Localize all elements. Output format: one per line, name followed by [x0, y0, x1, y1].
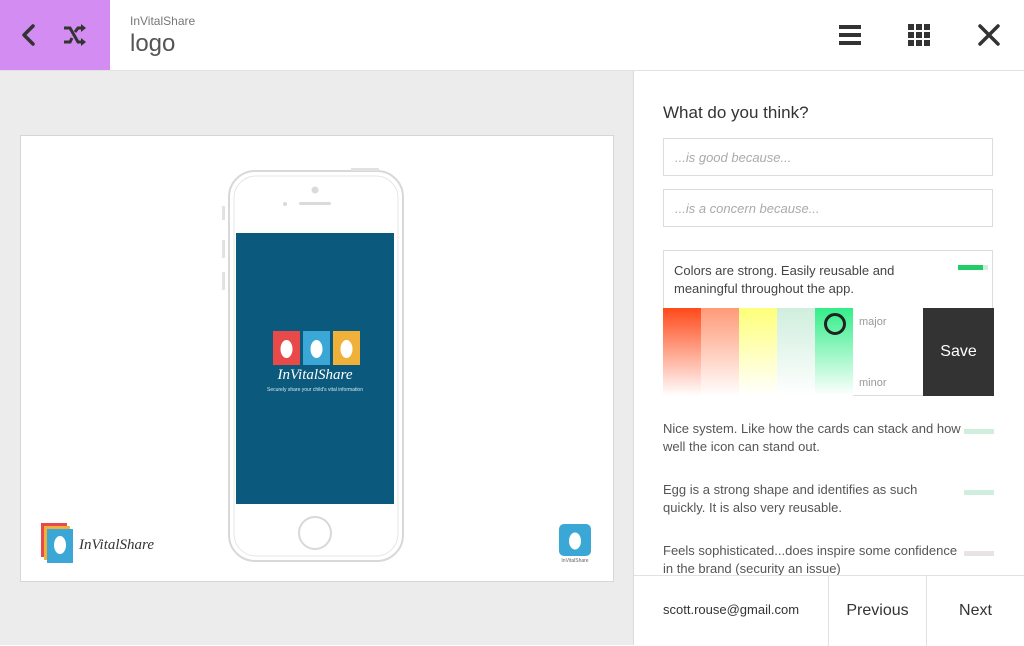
canvas-area: InVitalShare Securely share your child's… — [0, 71, 634, 645]
active-rating-bar — [958, 265, 988, 270]
user-email: scott.rouse@gmail.com — [663, 602, 800, 617]
next-button[interactable]: Next — [926, 576, 1024, 646]
back-arrow-icon — [22, 24, 35, 46]
app-icon — [559, 524, 591, 556]
page-title: logo — [130, 30, 176, 57]
comment-item-3: Feels sophisticated...does inspire some … — [663, 543, 958, 576]
severity-swatch-5[interactable] — [815, 308, 853, 396]
slide-brand-name: InVitalShare — [79, 537, 154, 553]
comment-rating-bar-2 — [964, 490, 994, 495]
close-icon — [978, 24, 1000, 46]
phone-brand-name: InVitalShare — [277, 367, 353, 383]
grid-button[interactable] — [904, 20, 934, 50]
shuffle-icon — [64, 24, 86, 46]
comment-rating-bar-3 — [964, 551, 994, 556]
concern-because-input[interactable] — [663, 189, 993, 227]
shuffle-button[interactable] — [58, 18, 92, 52]
nav-box — [0, 0, 110, 70]
phone-tagline: Securely share your child's vital inform… — [267, 387, 363, 393]
app-name: InVitalShare — [130, 14, 196, 28]
active-comment-text: Colors are strong. Easily reusable and m… — [674, 263, 895, 296]
top-bar: InVitalShare logo — [0, 0, 1024, 71]
close-button[interactable] — [974, 20, 1004, 50]
phone-app-logo — [273, 331, 360, 365]
active-rating-fill — [958, 265, 983, 270]
feedback-panel: What do you think? Colors are strong. Ea… — [634, 71, 1024, 645]
slide-preview: InVitalShare Securely share your child's… — [20, 135, 614, 582]
menu-button[interactable] — [835, 20, 865, 50]
back-button[interactable] — [12, 18, 46, 52]
severity-swatch-1[interactable] — [663, 308, 701, 396]
grid-icon — [908, 24, 930, 46]
major-label: major — [859, 316, 887, 328]
severity-swatch-3[interactable] — [739, 308, 777, 396]
comment-item-2: Egg is a strong shape and identifies as … — [663, 482, 918, 515]
save-button[interactable]: Save — [923, 308, 994, 396]
panel-title: What do you think? — [663, 103, 809, 122]
active-comment-card: Colors are strong. Easily reusable and m… — [663, 250, 994, 396]
severity-scale: major minor Save — [663, 308, 994, 396]
comment-item-1: Nice system. Like how the cards can stac… — [663, 421, 961, 454]
previous-button[interactable]: Previous — [828, 576, 926, 646]
brand-logo-mark — [41, 523, 73, 563]
severity-swatch-4[interactable] — [777, 308, 815, 396]
app-icon-label: InVitalShare — [561, 558, 589, 564]
severity-swatch-2[interactable] — [701, 308, 739, 396]
slide-artwork — [41, 168, 591, 563]
good-because-input[interactable] — [663, 138, 993, 176]
panel-footer: scott.rouse@gmail.com Previous Next — [634, 575, 1024, 646]
comment-rating-bar-1 — [964, 429, 994, 434]
minor-label: minor — [859, 377, 887, 389]
menu-icon — [839, 25, 861, 45]
